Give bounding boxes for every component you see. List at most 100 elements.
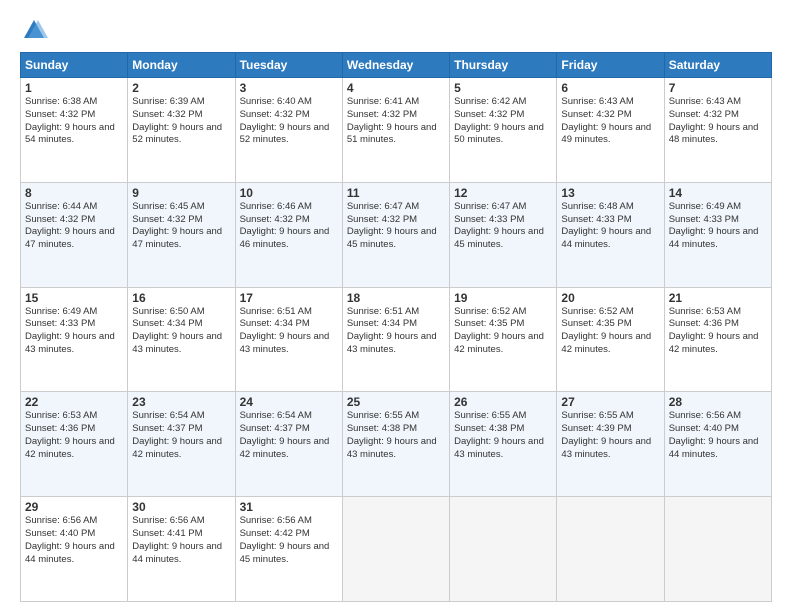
calendar-cell: 2Sunrise: 6:39 AMSunset: 4:32 PMDaylight… — [128, 78, 235, 183]
day-info: Sunrise: 6:51 AMSunset: 4:34 PMDaylight:… — [240, 306, 338, 357]
day-number: 19 — [454, 291, 552, 305]
day-info: Sunrise: 6:56 AMSunset: 4:41 PMDaylight:… — [132, 515, 230, 566]
calendar-cell: 10Sunrise: 6:46 AMSunset: 4:32 PMDayligh… — [235, 182, 342, 287]
page: SundayMondayTuesdayWednesdayThursdayFrid… — [0, 0, 792, 612]
col-header-wednesday: Wednesday — [342, 53, 449, 78]
calendar-cell: 4Sunrise: 6:41 AMSunset: 4:32 PMDaylight… — [342, 78, 449, 183]
day-info: Sunrise: 6:52 AMSunset: 4:35 PMDaylight:… — [454, 306, 552, 357]
day-number: 9 — [132, 186, 230, 200]
calendar-cell: 27Sunrise: 6:55 AMSunset: 4:39 PMDayligh… — [557, 392, 664, 497]
calendar-cell: 25Sunrise: 6:55 AMSunset: 4:38 PMDayligh… — [342, 392, 449, 497]
day-info: Sunrise: 6:44 AMSunset: 4:32 PMDaylight:… — [25, 201, 123, 252]
day-number: 4 — [347, 81, 445, 95]
day-info: Sunrise: 6:56 AMSunset: 4:40 PMDaylight:… — [669, 410, 767, 461]
day-number: 10 — [240, 186, 338, 200]
logo — [20, 16, 52, 44]
calendar-cell: 1Sunrise: 6:38 AMSunset: 4:32 PMDaylight… — [21, 78, 128, 183]
day-number: 11 — [347, 186, 445, 200]
day-info: Sunrise: 6:45 AMSunset: 4:32 PMDaylight:… — [132, 201, 230, 252]
col-header-saturday: Saturday — [664, 53, 771, 78]
week-row-1: 1Sunrise: 6:38 AMSunset: 4:32 PMDaylight… — [21, 78, 772, 183]
day-number: 31 — [240, 500, 338, 514]
day-info: Sunrise: 6:50 AMSunset: 4:34 PMDaylight:… — [132, 306, 230, 357]
day-number: 25 — [347, 395, 445, 409]
day-info: Sunrise: 6:53 AMSunset: 4:36 PMDaylight:… — [25, 410, 123, 461]
calendar-cell — [557, 497, 664, 602]
day-number: 13 — [561, 186, 659, 200]
day-info: Sunrise: 6:42 AMSunset: 4:32 PMDaylight:… — [454, 96, 552, 147]
day-info: Sunrise: 6:43 AMSunset: 4:32 PMDaylight:… — [561, 96, 659, 147]
day-number: 21 — [669, 291, 767, 305]
calendar-cell: 20Sunrise: 6:52 AMSunset: 4:35 PMDayligh… — [557, 287, 664, 392]
calendar-cell: 29Sunrise: 6:56 AMSunset: 4:40 PMDayligh… — [21, 497, 128, 602]
day-info: Sunrise: 6:56 AMSunset: 4:40 PMDaylight:… — [25, 515, 123, 566]
calendar-cell: 8Sunrise: 6:44 AMSunset: 4:32 PMDaylight… — [21, 182, 128, 287]
calendar-cell: 9Sunrise: 6:45 AMSunset: 4:32 PMDaylight… — [128, 182, 235, 287]
day-number: 26 — [454, 395, 552, 409]
day-info: Sunrise: 6:38 AMSunset: 4:32 PMDaylight:… — [25, 96, 123, 147]
day-number: 16 — [132, 291, 230, 305]
calendar-cell: 28Sunrise: 6:56 AMSunset: 4:40 PMDayligh… — [664, 392, 771, 497]
day-info: Sunrise: 6:55 AMSunset: 4:38 PMDaylight:… — [454, 410, 552, 461]
calendar-cell: 31Sunrise: 6:56 AMSunset: 4:42 PMDayligh… — [235, 497, 342, 602]
day-info: Sunrise: 6:39 AMSunset: 4:32 PMDaylight:… — [132, 96, 230, 147]
calendar-cell: 12Sunrise: 6:47 AMSunset: 4:33 PMDayligh… — [450, 182, 557, 287]
calendar-cell: 7Sunrise: 6:43 AMSunset: 4:32 PMDaylight… — [664, 78, 771, 183]
day-info: Sunrise: 6:48 AMSunset: 4:33 PMDaylight:… — [561, 201, 659, 252]
day-info: Sunrise: 6:55 AMSunset: 4:38 PMDaylight:… — [347, 410, 445, 461]
day-number: 5 — [454, 81, 552, 95]
day-info: Sunrise: 6:49 AMSunset: 4:33 PMDaylight:… — [669, 201, 767, 252]
calendar-body: 1Sunrise: 6:38 AMSunset: 4:32 PMDaylight… — [21, 78, 772, 602]
calendar-cell — [342, 497, 449, 602]
calendar-cell — [664, 497, 771, 602]
day-number: 6 — [561, 81, 659, 95]
day-info: Sunrise: 6:52 AMSunset: 4:35 PMDaylight:… — [561, 306, 659, 357]
day-number: 7 — [669, 81, 767, 95]
calendar-cell: 3Sunrise: 6:40 AMSunset: 4:32 PMDaylight… — [235, 78, 342, 183]
calendar-cell: 23Sunrise: 6:54 AMSunset: 4:37 PMDayligh… — [128, 392, 235, 497]
day-info: Sunrise: 6:40 AMSunset: 4:32 PMDaylight:… — [240, 96, 338, 147]
day-number: 28 — [669, 395, 767, 409]
calendar-cell: 18Sunrise: 6:51 AMSunset: 4:34 PMDayligh… — [342, 287, 449, 392]
day-number: 20 — [561, 291, 659, 305]
calendar-cell: 21Sunrise: 6:53 AMSunset: 4:36 PMDayligh… — [664, 287, 771, 392]
col-header-tuesday: Tuesday — [235, 53, 342, 78]
calendar-cell: 24Sunrise: 6:54 AMSunset: 4:37 PMDayligh… — [235, 392, 342, 497]
calendar-cell: 19Sunrise: 6:52 AMSunset: 4:35 PMDayligh… — [450, 287, 557, 392]
day-info: Sunrise: 6:56 AMSunset: 4:42 PMDaylight:… — [240, 515, 338, 566]
day-number: 15 — [25, 291, 123, 305]
col-header-thursday: Thursday — [450, 53, 557, 78]
day-number: 14 — [669, 186, 767, 200]
week-row-3: 15Sunrise: 6:49 AMSunset: 4:33 PMDayligh… — [21, 287, 772, 392]
calendar-cell: 6Sunrise: 6:43 AMSunset: 4:32 PMDaylight… — [557, 78, 664, 183]
calendar-cell — [450, 497, 557, 602]
day-info: Sunrise: 6:43 AMSunset: 4:32 PMDaylight:… — [669, 96, 767, 147]
calendar-cell: 15Sunrise: 6:49 AMSunset: 4:33 PMDayligh… — [21, 287, 128, 392]
calendar-cell: 14Sunrise: 6:49 AMSunset: 4:33 PMDayligh… — [664, 182, 771, 287]
calendar-cell: 30Sunrise: 6:56 AMSunset: 4:41 PMDayligh… — [128, 497, 235, 602]
week-row-4: 22Sunrise: 6:53 AMSunset: 4:36 PMDayligh… — [21, 392, 772, 497]
day-number: 27 — [561, 395, 659, 409]
calendar-table: SundayMondayTuesdayWednesdayThursdayFrid… — [20, 52, 772, 602]
calendar-cell: 13Sunrise: 6:48 AMSunset: 4:33 PMDayligh… — [557, 182, 664, 287]
header-row: SundayMondayTuesdayWednesdayThursdayFrid… — [21, 53, 772, 78]
calendar-cell: 16Sunrise: 6:50 AMSunset: 4:34 PMDayligh… — [128, 287, 235, 392]
logo-icon — [20, 16, 48, 44]
day-info: Sunrise: 6:41 AMSunset: 4:32 PMDaylight:… — [347, 96, 445, 147]
day-info: Sunrise: 6:47 AMSunset: 4:33 PMDaylight:… — [454, 201, 552, 252]
day-info: Sunrise: 6:49 AMSunset: 4:33 PMDaylight:… — [25, 306, 123, 357]
calendar-cell: 5Sunrise: 6:42 AMSunset: 4:32 PMDaylight… — [450, 78, 557, 183]
calendar-header: SundayMondayTuesdayWednesdayThursdayFrid… — [21, 53, 772, 78]
day-number: 29 — [25, 500, 123, 514]
day-number: 23 — [132, 395, 230, 409]
calendar-cell: 11Sunrise: 6:47 AMSunset: 4:32 PMDayligh… — [342, 182, 449, 287]
col-header-sunday: Sunday — [21, 53, 128, 78]
day-info: Sunrise: 6:55 AMSunset: 4:39 PMDaylight:… — [561, 410, 659, 461]
day-info: Sunrise: 6:46 AMSunset: 4:32 PMDaylight:… — [240, 201, 338, 252]
week-row-2: 8Sunrise: 6:44 AMSunset: 4:32 PMDaylight… — [21, 182, 772, 287]
calendar-cell: 26Sunrise: 6:55 AMSunset: 4:38 PMDayligh… — [450, 392, 557, 497]
calendar-cell: 17Sunrise: 6:51 AMSunset: 4:34 PMDayligh… — [235, 287, 342, 392]
day-number: 2 — [132, 81, 230, 95]
day-info: Sunrise: 6:53 AMSunset: 4:36 PMDaylight:… — [669, 306, 767, 357]
day-number: 3 — [240, 81, 338, 95]
